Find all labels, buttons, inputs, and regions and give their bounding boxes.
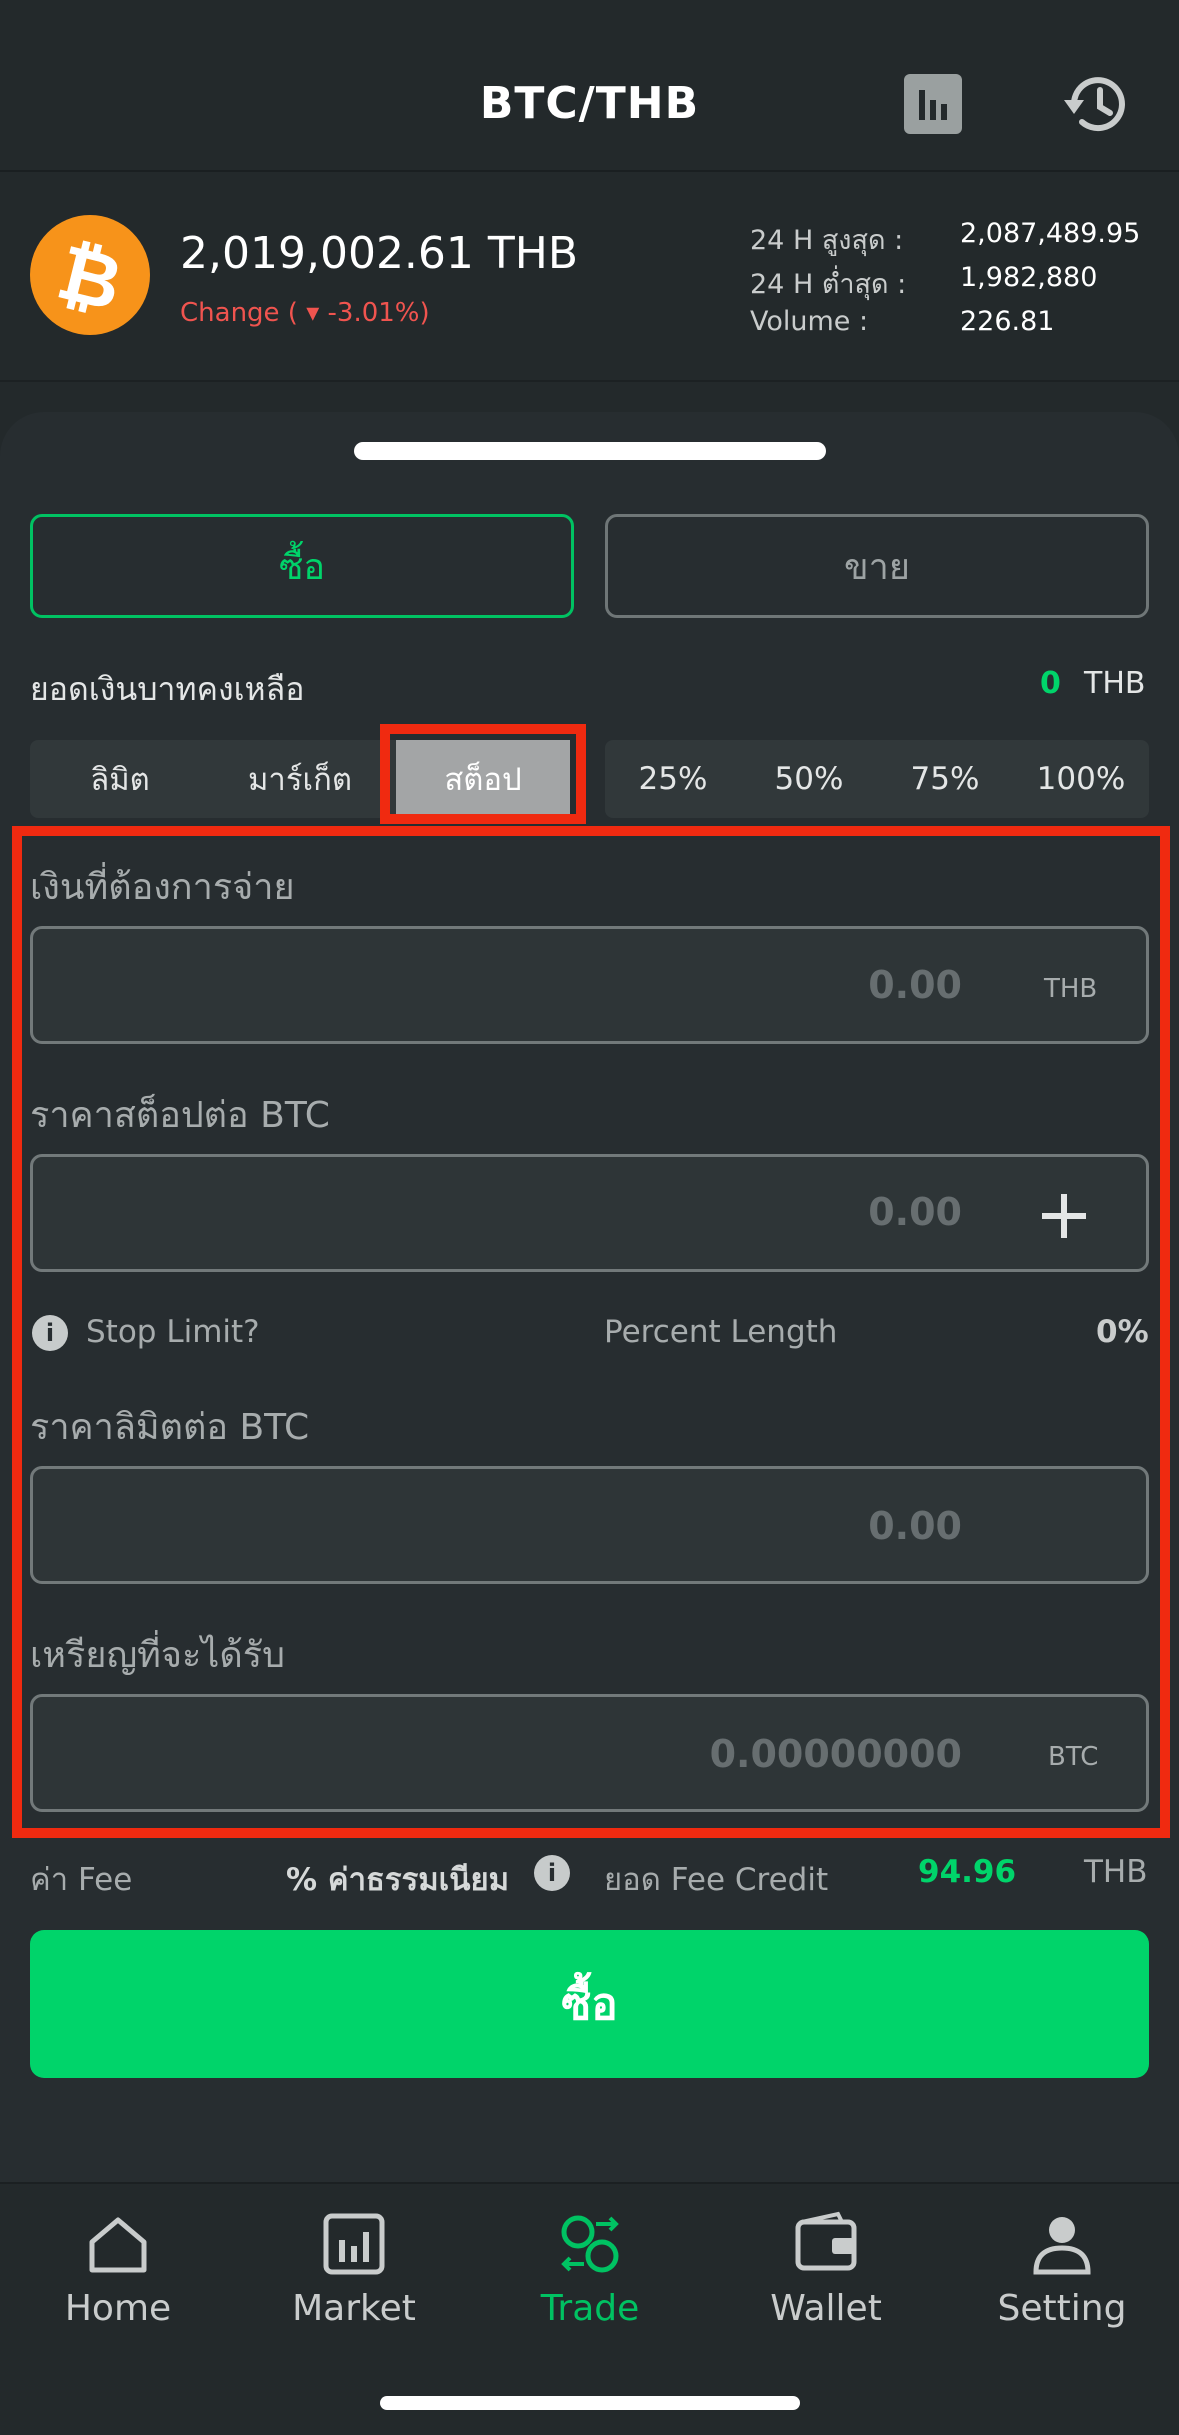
fee-info-icon[interactable]: i	[534, 1855, 570, 1891]
home-indicator[interactable]	[380, 2396, 800, 2410]
balance-value: 0	[1040, 666, 1061, 701]
percent-100[interactable]: 100%	[1013, 740, 1149, 818]
bitcoin-icon: ₿	[30, 215, 150, 335]
percent-75[interactable]: 75%	[877, 740, 1013, 818]
submit-buy-button[interactable]: ซื้อ	[30, 1930, 1149, 2078]
high-24h-label: 24 H สูงสุด :	[750, 225, 904, 256]
percent-50[interactable]: 50%	[741, 740, 877, 818]
volume-label: Volume :	[750, 306, 869, 337]
nav-wallet[interactable]: Wallet	[708, 2200, 944, 2350]
nav-home-label: Home	[64, 2288, 172, 2329]
nav-trade[interactable]: Trade	[472, 2200, 708, 2350]
nav-setting-label: Setting	[997, 2288, 1127, 2329]
order-type-market[interactable]: มาร์เก็ต	[210, 740, 390, 818]
sheet-drag-handle[interactable]	[354, 442, 826, 460]
trade-icon	[561, 2215, 619, 2273]
low-24h-value: 1,982,880	[960, 262, 1098, 293]
buy-tab[interactable]: ซื้อ	[30, 514, 574, 618]
wallet-icon	[795, 2211, 857, 2271]
fee-label: ค่า Fee	[30, 1862, 133, 1898]
highlight-frame	[12, 826, 1170, 1838]
high-24h-value: 2,087,489.95	[960, 218, 1141, 249]
balance-label: ยอดเงินบาทคงเหลือ	[30, 670, 305, 708]
market-icon	[323, 2213, 385, 2275]
price-change: Change ( ▾ -3.01%)	[180, 298, 430, 328]
home-icon	[89, 2217, 147, 2273]
nav-wallet-label: Wallet	[770, 2288, 882, 2329]
nav-trade-label: Trade	[540, 2288, 640, 2329]
fee-percent-label: % ค่าธรรมเนียม	[286, 1862, 510, 1898]
fee-credit-value: 94.96	[918, 1854, 1017, 1890]
current-price: 2,019,002.61 THB	[180, 228, 579, 279]
fee-credit-unit: THB	[1084, 1854, 1148, 1890]
volume-value: 226.81	[960, 306, 1055, 337]
sell-tab[interactable]: ขาย	[605, 514, 1149, 618]
highlight-box	[380, 724, 586, 824]
nav-market[interactable]: Market	[236, 2200, 472, 2350]
low-24h-label: 24 H ต่ำสุด :	[750, 269, 907, 300]
nav-market-label: Market	[292, 2288, 416, 2329]
order-type-limit[interactable]: ลิมิต	[30, 740, 210, 818]
nav-home[interactable]: Home	[0, 2200, 236, 2350]
bar-chart-icon[interactable]	[904, 74, 962, 134]
history-icon[interactable]	[1060, 70, 1132, 140]
percent-25[interactable]: 25%	[605, 740, 741, 818]
user-icon	[1033, 2217, 1091, 2275]
page-title: BTC/THB	[479, 78, 700, 129]
nav-setting[interactable]: Setting	[944, 2200, 1179, 2350]
balance-unit: THB	[1084, 666, 1146, 701]
fee-credit-label: ยอด Fee Credit	[604, 1862, 829, 1898]
